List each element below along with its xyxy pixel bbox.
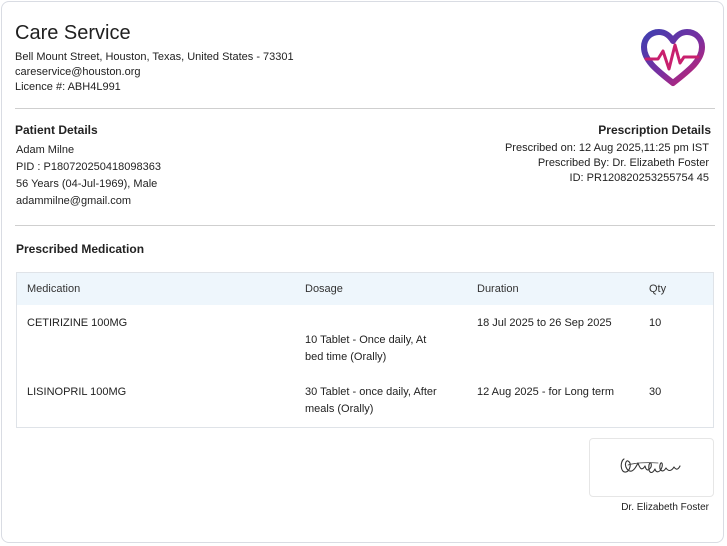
column-header-duration: Duration	[477, 283, 519, 295]
table-header: Medication Dosage Duration Qty	[17, 273, 713, 305]
doctor-signature-name: Dr. Elizabeth Foster	[621, 502, 709, 513]
column-header-dosage: Dosage	[305, 283, 343, 295]
dosage-line: 30 Tablet - once daily, After	[305, 386, 437, 398]
prescribed-medication-heading: Prescribed Medication	[16, 242, 145, 256]
patient-details-heading: Patient Details	[15, 123, 98, 137]
clinic-licence: Licence #: ABH4L991	[15, 81, 121, 93]
medication-table: Medication Dosage Duration Qty CETIRIZIN…	[16, 272, 714, 428]
divider	[15, 225, 715, 226]
clinic-email: careservice@houston.org	[15, 66, 141, 78]
dosage-line: meals (Orally)	[305, 403, 374, 415]
clinic-title: Care Service	[15, 22, 131, 44]
duration: 18 Jul 2025 to 26 Sep 2025	[477, 317, 612, 329]
clinic-address: Bell Mount Street, Houston, Texas, Unite…	[15, 51, 294, 63]
prescription-details-heading: Prescription Details	[598, 123, 711, 137]
patient-email: adammilne@gmail.com	[16, 195, 132, 207]
quantity: 10	[649, 317, 662, 329]
patient-age: 56 Years (04-Jul-1969), Male	[16, 178, 158, 190]
duration: 12 Aug 2025 - for Long term	[477, 386, 614, 398]
signature-image	[620, 458, 681, 474]
prescribed-on: Prescribed on: 12 Aug 2025,11:25 pm IST	[504, 142, 709, 154]
column-header-medication: Medication	[27, 283, 81, 295]
patient-name: Adam Milne	[16, 144, 75, 156]
dosage-line: 10 Tablet - Once daily, At	[305, 334, 427, 346]
signature-box	[589, 438, 714, 497]
medication-name: LISINOPRIL 100MG	[27, 386, 127, 398]
patient-pid: PID : P180720250418098363	[16, 161, 161, 173]
medication-name: CETIRIZINE 100MG	[27, 317, 128, 329]
dosage-line: bed time (Orally)	[305, 351, 387, 363]
column-header-qty: Qty	[649, 283, 667, 295]
divider	[15, 108, 715, 109]
quantity: 30	[649, 386, 662, 398]
prescription-id: ID: PR120820253255754 45	[569, 172, 709, 184]
prescription-card: Care Service Bell Mount Street, Houston,…	[1, 1, 724, 543]
prescribed-by: Prescribed By: Dr. Elizabeth Foster	[537, 157, 709, 169]
heart-pulse-logo-icon	[641, 29, 705, 86]
